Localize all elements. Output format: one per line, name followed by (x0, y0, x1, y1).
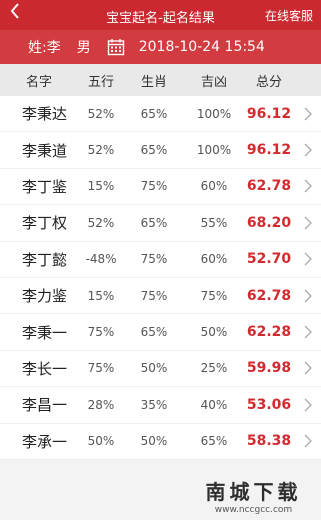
row-score: 52.70 (246, 251, 292, 268)
row-score: 68.20 (246, 214, 292, 231)
table-row[interactable]: 李承一 50% 50% 65% 58.38 (0, 424, 321, 460)
calendar-icon[interactable] (107, 38, 125, 56)
info-bar: 姓:李 男 2018-10-24 15:54 (0, 30, 321, 64)
row-jixiong: 55% (200, 215, 228, 230)
chevron-right-icon (294, 361, 321, 375)
gender-label: 男 (76, 40, 91, 56)
row-shengxiao: 65% (140, 215, 168, 230)
chevron-right-icon (294, 179, 321, 193)
table-row[interactable]: 李长一 75% 50% 25% 59.98 (0, 351, 321, 388)
row-name: 李昌一 (22, 396, 68, 415)
row-name: 李承一 (22, 432, 68, 451)
chevron-right-icon (294, 216, 321, 230)
row-name: 李丁鉴 (22, 177, 68, 196)
row-name: 李长一 (22, 359, 68, 378)
row-name: 李丁懿 (22, 250, 68, 269)
row-shengxiao: 75% (140, 179, 168, 194)
column-header-score: 总分 (255, 74, 282, 90)
row-shengxiao: 65% (140, 143, 168, 158)
row-wuxing: 75% (87, 361, 115, 376)
row-name: 李丁权 (22, 214, 68, 233)
row-wuxing: 52% (87, 106, 115, 121)
table-row[interactable]: 李丁权 52% 65% 55% 68.20 (0, 205, 321, 242)
table-row[interactable]: 李丁鉴 15% 75% 60% 62.78 (0, 169, 321, 206)
row-score: 62.78 (246, 178, 292, 195)
row-jixiong: 60% (200, 252, 228, 267)
column-header-jixiong: 吉凶 (200, 74, 227, 90)
column-header-shengxiao: 生肖 (140, 74, 167, 90)
name-results-list: 李秉达 52% 65% 100% 96.12 李秉道 52% 65% 100% … (0, 96, 321, 460)
row-shengxiao: 35% (140, 397, 168, 412)
watermark-url: www.nccgcc.com (214, 505, 293, 515)
row-score: 62.78 (246, 287, 292, 304)
surname-label: 姓:李 (28, 40, 61, 56)
row-name: 李秉达 (22, 105, 68, 124)
row-name: 李秉道 (22, 141, 68, 160)
row-name: 李秉一 (22, 323, 68, 342)
row-wuxing: 28% (87, 397, 115, 412)
table-row[interactable]: 李丁懿 -48% 75% 60% 52.70 (0, 242, 321, 278)
row-wuxing: 15% (87, 288, 115, 303)
row-jixiong: 60% (200, 179, 228, 194)
row-wuxing: 52% (87, 215, 115, 230)
table-row[interactable]: 李秉道 52% 65% 100% 96.12 (0, 132, 321, 169)
row-wuxing: 50% (87, 434, 115, 449)
row-wuxing: 75% (87, 325, 115, 340)
row-shengxiao: 50% (140, 434, 168, 449)
table-header: 名字 五行 生肖 吉凶 总分 (0, 64, 321, 96)
chevron-right-icon (294, 143, 321, 157)
online-service-link[interactable]: 在线客服 (265, 7, 313, 24)
row-name: 李力鉴 (22, 287, 68, 306)
top-bar: 宝宝起名-起名结果 在线客服 (0, 0, 321, 30)
watermark-text: 南城下载 (205, 480, 302, 504)
table-row[interactable]: 李昌一 28% 35% 40% 53.06 (0, 387, 321, 424)
row-shengxiao: 65% (140, 106, 168, 121)
chevron-right-icon (294, 398, 321, 412)
chevron-right-icon (294, 252, 321, 266)
chevron-right-icon (294, 289, 321, 303)
row-jixiong: 65% (200, 434, 228, 449)
row-shengxiao: 75% (140, 252, 168, 267)
birth-datetime[interactable]: 2018-10-24 15:54 (139, 39, 265, 55)
chevron-right-icon (294, 325, 321, 339)
row-wuxing: 15% (87, 179, 115, 194)
column-header-name: 名字 (25, 74, 52, 90)
row-jixiong: 75% (200, 288, 228, 303)
row-wuxing: -48% (85, 252, 117, 267)
row-score: 58.38 (246, 433, 292, 450)
chevron-right-icon (294, 434, 321, 448)
row-wuxing: 52% (87, 143, 115, 158)
table-row[interactable]: 李秉达 52% 65% 100% 96.12 (0, 96, 321, 133)
row-jixiong: 100% (196, 106, 232, 121)
row-score: 96.12 (246, 105, 292, 122)
row-shengxiao: 50% (140, 361, 168, 376)
watermark-logo: 南城下载 www.nccgcc.com (196, 476, 311, 516)
column-header-wuxing: 五行 (87, 74, 114, 90)
chevron-right-icon (294, 107, 321, 121)
row-jixiong: 25% (200, 361, 228, 376)
table-row[interactable]: 李力鉴 15% 75% 75% 62.78 (0, 278, 321, 315)
row-shengxiao: 65% (140, 325, 168, 340)
row-jixiong: 40% (200, 397, 228, 412)
row-score: 59.98 (246, 360, 292, 377)
table-row[interactable]: 李秉一 75% 65% 50% 62.28 (0, 314, 321, 351)
row-score: 62.28 (246, 324, 292, 341)
row-score: 96.12 (246, 142, 292, 159)
row-shengxiao: 75% (140, 288, 168, 303)
row-jixiong: 100% (196, 143, 232, 158)
row-jixiong: 50% (200, 325, 228, 340)
row-score: 53.06 (246, 396, 292, 413)
